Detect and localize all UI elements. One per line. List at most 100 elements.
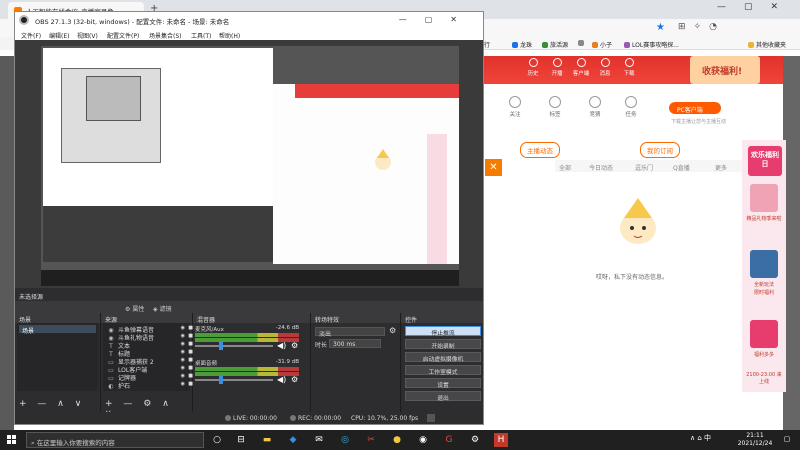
bookmark-item[interactable]: 龙珠	[512, 40, 532, 49]
tab-my-subscriptions[interactable]: 我的订阅	[640, 142, 680, 158]
task-view-icon[interactable]: ○	[210, 433, 224, 447]
filters-button[interactable]: ◈ 滤镜	[153, 304, 172, 313]
maximize-icon[interactable]: ▢	[744, 2, 771, 12]
quick-tasks[interactable]: 任务	[620, 96, 642, 118]
mail-icon[interactable]: ✉	[312, 433, 326, 447]
start-virtual-camera-button[interactable]: 启动虚拟摄像机	[405, 352, 481, 363]
nav-download[interactable]: 下载	[618, 58, 640, 77]
bookmark-item[interactable]: 旅活源	[542, 40, 568, 49]
duration-input[interactable]: 300 ms	[329, 339, 381, 348]
bookmark-folder[interactable]: 其他收藏夹	[748, 40, 786, 49]
filter-item[interactable]: 全部	[559, 163, 571, 172]
source-item[interactable]: ▭ 显示器捕获 2 ◉ ■	[107, 357, 193, 366]
volume-slider-handle[interactable]	[219, 342, 223, 350]
quick-tags[interactable]: 标签	[544, 96, 566, 118]
notification-icon[interactable]: ▢	[782, 435, 792, 445]
properties-button[interactable]: ⚙ 属性	[125, 304, 144, 313]
app-icon[interactable]: H	[494, 433, 508, 447]
taskbar-search-box[interactable]: ⌕ 在这里输入你要搜索的内容	[26, 432, 204, 448]
system-tray[interactable]: ∧ ⌂ 中	[690, 433, 711, 443]
nav-broadcast[interactable]: 开播	[546, 58, 568, 77]
nav-client[interactable]: 客户端	[570, 58, 592, 77]
bookmark-item[interactable]: 小子	[592, 40, 612, 49]
gear-icon[interactable]: ⚙	[291, 375, 298, 384]
nav-messages[interactable]: 消息	[594, 58, 616, 77]
start-recording-button[interactable]: 开始录制	[405, 339, 481, 350]
source-item[interactable]: ◉ 斗鱼弹幕语音 ◉ ■	[107, 325, 193, 334]
volume-icon[interactable]: ◀)	[277, 375, 286, 384]
source-item[interactable]: T 文本 ◉ ■	[107, 341, 193, 350]
menu-help[interactable]: 帮助(H)	[219, 31, 240, 40]
volume-slider[interactable]	[195, 345, 273, 347]
sources-footer-buttons[interactable]: + — ⚙ ∧ ∨	[101, 399, 192, 419]
edge-icon[interactable]: ◎	[338, 433, 352, 447]
volume-slider-handle[interactable]	[219, 376, 223, 384]
file-explorer-icon[interactable]: ▬	[260, 433, 274, 447]
taskbar-clock[interactable]: 21:11 2021/12/24	[736, 432, 774, 448]
eye-icon[interactable]: ◉	[181, 333, 185, 339]
eye-icon[interactable]: ◉	[181, 341, 185, 347]
menu-scene-collection[interactable]: 场景集合(S)	[149, 31, 182, 40]
filter-item[interactable]: Q直播	[673, 163, 690, 172]
scene-item[interactable]: 场景	[19, 325, 96, 335]
menu-profile[interactable]: 配置文件(P)	[107, 31, 139, 40]
filter-item[interactable]: 逗乐门	[635, 163, 653, 172]
obs-window-controls[interactable]: —▢✕	[399, 15, 475, 24]
extensions-icon[interactable]: ✧	[694, 22, 710, 32]
store-icon[interactable]: ◆	[286, 433, 300, 447]
tool-icon[interactable]: ✂	[364, 433, 378, 447]
source-item[interactable]: ▭ LOL客户端 ◉ ■	[107, 365, 193, 374]
widgets-icon[interactable]: ⊟	[234, 433, 248, 447]
filter-item[interactable]: 更多	[715, 163, 727, 172]
settings-icon[interactable]: ⚙	[468, 433, 482, 447]
scenes-footer-buttons[interactable]: + — ∧ ∨	[15, 399, 100, 411]
gear-icon[interactable]: ⚙	[291, 341, 298, 350]
eye-icon[interactable]: ◉	[181, 373, 185, 379]
obs-icon[interactable]: ◉	[416, 433, 430, 447]
bookmark-item[interactable]	[578, 40, 586, 47]
browser-toolbar-icons[interactable]: ⊞✧◔	[678, 22, 725, 32]
source-item[interactable]: ◐ 护石 ◉ ■	[107, 381, 193, 390]
filter-item[interactable]: 今日动态	[589, 163, 613, 172]
bookmark-item[interactable]: LOL赛事攻略探...	[624, 40, 679, 49]
menu-edit[interactable]: 编辑(E)	[49, 31, 69, 40]
close-popup-button[interactable]: ✕	[485, 159, 502, 176]
quick-guess[interactable]: 竞猜	[584, 96, 606, 118]
minimize-icon[interactable]: —	[399, 15, 425, 24]
minimize-icon[interactable]: —	[717, 2, 744, 12]
settings-button[interactable]: 设置	[405, 378, 481, 389]
nav-history[interactable]: 历史	[522, 58, 544, 77]
favorite-star-icon[interactable]: ★	[656, 22, 665, 33]
game-icon[interactable]: ●	[390, 433, 404, 447]
source-item[interactable]: ▭ 记牌器 ◉ ■	[107, 373, 193, 382]
eye-icon[interactable]: ◉	[181, 349, 185, 355]
menu-view[interactable]: 视图(V)	[77, 31, 98, 40]
menu-file[interactable]: 文件(F)	[21, 31, 41, 40]
menu-tools[interactable]: 工具(T)	[191, 31, 211, 40]
eye-icon[interactable]: ◉	[181, 381, 185, 387]
profile-icon[interactable]: ◔	[709, 22, 725, 32]
eye-icon[interactable]: ◉	[181, 365, 185, 371]
eye-icon[interactable]: ◉	[181, 325, 185, 331]
maximize-icon[interactable]: ▢	[425, 15, 451, 24]
close-icon[interactable]: ✕	[770, 2, 796, 12]
pc-client-button[interactable]: PC客户端	[669, 102, 721, 114]
quick-follow[interactable]: 关注	[504, 96, 526, 118]
tab-streamer-updates[interactable]: 主播动态	[520, 142, 560, 158]
transition-select[interactable]: 淡出	[315, 327, 385, 338]
eye-icon[interactable]: ◉	[181, 357, 185, 363]
windows-start-icon[interactable]	[7, 435, 17, 445]
source-item[interactable]: ◉ 斗鱼礼物语音 ◉ ■	[107, 333, 193, 342]
volume-slider[interactable]	[195, 379, 273, 381]
close-icon[interactable]: ✕	[450, 15, 475, 24]
source-item[interactable]: T 标题 ◉ ■	[107, 349, 193, 358]
browser-window-controls[interactable]: —▢✕	[717, 2, 796, 12]
stop-streaming-button[interactable]: 停止推流	[405, 326, 481, 337]
collections-icon[interactable]: ⊞	[678, 22, 694, 32]
promo-banner[interactable]: 收获福利!	[690, 56, 760, 84]
exit-button[interactable]: 退出	[405, 391, 481, 402]
gear-icon[interactable]: ⚙	[389, 326, 396, 335]
volume-icon[interactable]: ◀)	[277, 341, 286, 350]
browser-icon[interactable]: G	[442, 433, 456, 447]
bookmark-item[interactable]: 行	[484, 40, 490, 49]
